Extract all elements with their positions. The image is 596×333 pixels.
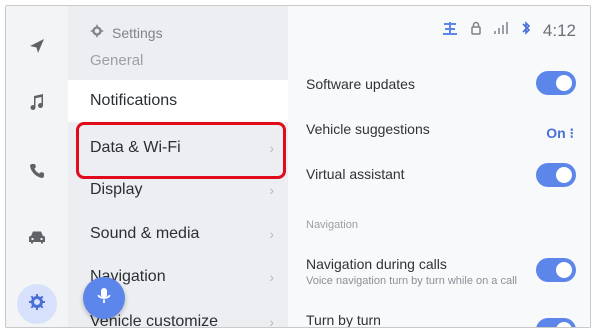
general-label: General — [90, 52, 144, 69]
toggle-navigation-during-calls[interactable] — [536, 258, 576, 282]
settings-label: Settings — [112, 24, 163, 41]
car-icon — [27, 228, 47, 251]
voice-assistant-button[interactable] — [83, 277, 125, 319]
row-turn-by-turn: Turn by turn — [306, 312, 576, 327]
menu-item-label: Notifications — [90, 92, 178, 109]
bluetooth-icon — [521, 20, 531, 41]
toggle-software-updates[interactable] — [536, 71, 576, 95]
settings-rail-item[interactable] — [6, 284, 68, 324]
phone-rail-item[interactable] — [6, 153, 68, 193]
menu-item-sound-media[interactable]: Sound & media › — [68, 213, 288, 255]
clock-time: 4:12 — [542, 20, 576, 40]
music-icon — [28, 93, 46, 116]
settings-header: Settings — [90, 24, 163, 41]
row-software-updates: Software updates — [306, 71, 576, 95]
toggle-turn-by-turn[interactable] — [536, 318, 576, 327]
menu-item-label: Sound & media — [90, 225, 200, 242]
menu-item-label: Display — [90, 181, 143, 198]
music-rail-item[interactable] — [6, 84, 68, 124]
navigation-icon — [28, 37, 46, 60]
lock-icon — [471, 21, 481, 40]
signal-icon — [493, 21, 509, 40]
menu-item-data-wifi[interactable]: Data & Wi-Fi › — [68, 127, 288, 169]
screen: Settings General Notifications Data & Wi… — [5, 5, 591, 328]
settings-icon — [28, 293, 46, 316]
left-rail — [6, 6, 68, 327]
row-description: Voice navigation turn by turn while on a… — [306, 275, 517, 287]
menu-item-label: Data & Wi-Fi — [90, 139, 181, 156]
status-bar: 4:12 — [441, 20, 576, 41]
chevron-right-icon: › — [269, 314, 274, 328]
nav-rail-item[interactable] — [6, 28, 68, 68]
row-navigation-during-calls: Navigation during calls Voice navigation… — [306, 256, 576, 288]
row-vehicle-suggestions: Vehicle suggestions On ⁝ — [306, 121, 576, 141]
chevron-right-icon: › — [269, 140, 274, 156]
phone-icon — [28, 162, 46, 185]
toggle-virtual-assistant[interactable] — [536, 163, 576, 187]
vehicle-suggestions-state[interactable]: On ⁝ — [546, 125, 574, 142]
gear-icon — [90, 24, 104, 41]
microphone-icon — [96, 287, 112, 310]
section-title-navigation: Navigation — [306, 219, 358, 231]
row-title: Vehicle suggestions — [306, 121, 430, 137]
car-rail-item[interactable] — [6, 219, 68, 259]
chevron-right-icon: › — [269, 182, 274, 198]
chevron-right-icon: › — [269, 226, 274, 242]
settings-content: 4:12 Software updates Vehicle suggestion… — [288, 6, 590, 327]
menu-item-notifications[interactable]: Notifications — [68, 80, 288, 122]
chevron-right-icon: › — [269, 269, 274, 285]
row-virtual-assistant: Virtual assistant — [306, 163, 576, 187]
settings-rail-active — [17, 284, 57, 324]
menu-item-display[interactable]: Display › — [68, 169, 288, 211]
network-antenna-icon — [441, 20, 459, 41]
